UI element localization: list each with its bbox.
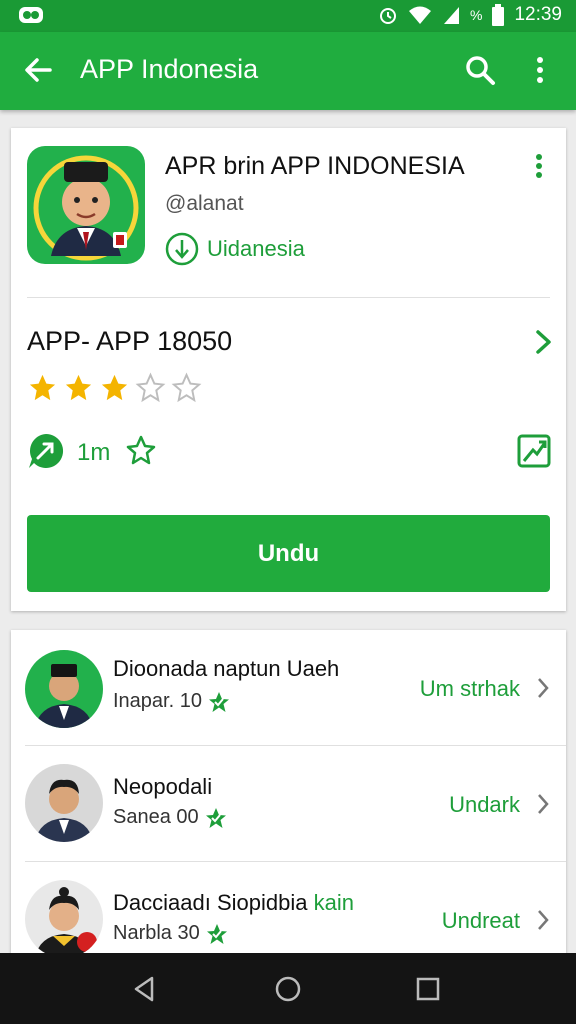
install-count: 1m xyxy=(77,439,111,466)
chevron-right-icon[interactable] xyxy=(535,676,551,700)
item-meta: Sanea 00 xyxy=(113,806,227,829)
avatar xyxy=(25,880,103,958)
verified-star-icon xyxy=(205,807,226,828)
item-action[interactable]: Undreat xyxy=(442,908,520,934)
app-name: APR brin APP INDONESIA xyxy=(165,152,465,180)
item-meta: Inapar. 10 xyxy=(113,690,230,713)
page-title: APP Indonesia xyxy=(80,54,259,84)
item-title: Dioonada naptun Uaeh xyxy=(113,656,340,681)
list-item[interactable]: Dioonada naptun Uaeh Inapar. 10 Um strha… xyxy=(11,630,566,746)
battery-text: % xyxy=(470,7,483,23)
clock: 12:39 xyxy=(514,4,562,25)
divider xyxy=(27,297,550,298)
status-bar: % 12:39 xyxy=(0,0,576,32)
list-item[interactable]: Neopodali Sanea 00 Undark xyxy=(11,746,566,862)
overflow-menu-icon[interactable] xyxy=(528,54,552,86)
item-action[interactable]: Um strhak xyxy=(420,676,520,702)
card-menu-icon[interactable] xyxy=(531,152,547,180)
item-meta: Narbla 30 xyxy=(113,922,228,945)
rating-stars xyxy=(27,372,202,403)
signal-icon xyxy=(444,7,459,24)
download-circle-icon xyxy=(165,232,199,266)
verified-star-icon xyxy=(208,691,229,712)
notification-icon xyxy=(19,7,43,23)
share-icon[interactable] xyxy=(27,432,65,470)
media-icon[interactable] xyxy=(517,434,551,468)
battery-icon xyxy=(492,4,505,26)
app-tag-label: Uidanesia xyxy=(207,236,305,261)
app-subtitle[interactable]: APP- APP 18050 xyxy=(27,326,232,357)
chevron-right-icon[interactable] xyxy=(535,908,551,932)
app-bar: APP Indonesia xyxy=(0,32,576,110)
verified-star-icon xyxy=(206,923,227,944)
nav-recents-icon[interactable] xyxy=(414,975,442,1003)
star-filled-icon xyxy=(65,374,92,401)
nav-home-icon[interactable] xyxy=(274,975,302,1003)
star-outline-icon[interactable] xyxy=(125,434,157,466)
star-empty-icon xyxy=(135,372,166,403)
app-detail-card: APR brin APP INDONESIA @alanat Uidanesia… xyxy=(11,128,566,611)
install-button[interactable]: Undu xyxy=(27,515,550,592)
wifi-icon xyxy=(409,6,431,24)
back-arrow-icon[interactable] xyxy=(22,54,54,86)
search-icon[interactable] xyxy=(464,54,496,86)
developer-name[interactable]: @alanat xyxy=(165,192,244,216)
related-list-card: Dioonada naptun Uaeh Inapar. 10 Um strha… xyxy=(11,630,566,970)
nav-back-icon[interactable] xyxy=(130,975,158,1003)
app-icon xyxy=(27,146,145,264)
star-empty-icon xyxy=(171,372,202,403)
chevron-right-icon[interactable] xyxy=(533,328,555,356)
system-nav-bar xyxy=(0,953,576,1024)
item-title: Neopodali xyxy=(113,774,213,799)
item-title: Dacciaadı Siopidbia kain xyxy=(113,890,354,915)
app-tag[interactable]: Uidanesia xyxy=(165,232,305,266)
item-action[interactable]: Undark xyxy=(449,792,520,818)
avatar xyxy=(25,764,103,842)
alarm-icon xyxy=(380,8,396,24)
star-filled-icon xyxy=(29,374,56,401)
avatar xyxy=(25,650,103,728)
chevron-right-icon[interactable] xyxy=(535,792,551,816)
star-filled-icon xyxy=(101,374,128,401)
